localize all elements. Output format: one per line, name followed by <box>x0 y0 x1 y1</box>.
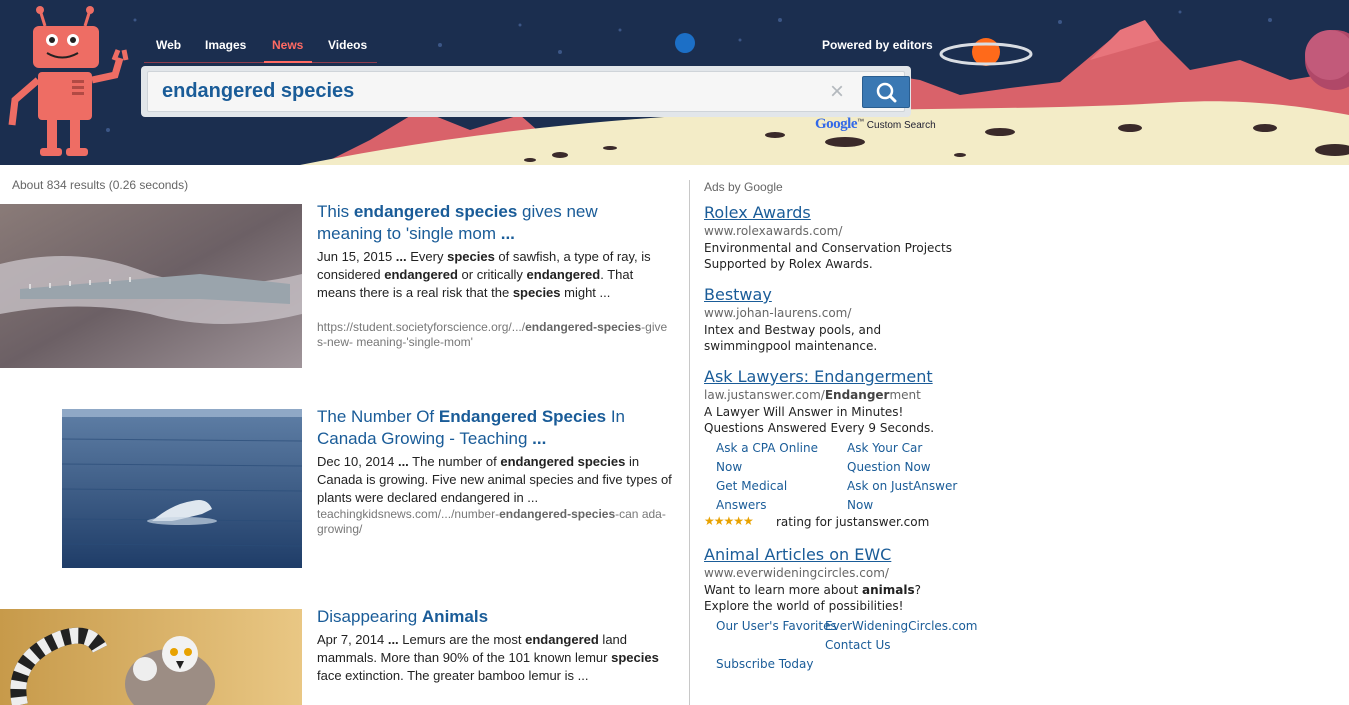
tab-videos[interactable]: Videos <box>328 38 367 52</box>
ad-sitelink-ewc-home[interactable]: EverWideningCircles.com <box>825 617 1005 636</box>
search-nav-tabs: Web Images News Videos <box>144 30 377 63</box>
ad-sitelink-favorites[interactable]: Our User's Favorites <box>716 617 841 636</box>
ad-url-bestway[interactable]: www.johan-laurens.com/ <box>704 306 851 320</box>
text-segment: Lemurs are the most <box>398 632 526 647</box>
highlighted-term: endangered species <box>500 454 626 469</box>
header-banner: Web Images News Videos Powered by editor… <box>0 0 1349 165</box>
highlighted-term: ... <box>395 249 407 264</box>
google-custom-search-branding: Google™ Custom Search <box>815 116 936 132</box>
result-snippet-2: Dec 10, 2014 ... The number of endangere… <box>317 453 672 507</box>
ad-url-ewc[interactable]: www.everwideningcircles.com/ <box>704 566 889 580</box>
ad-rating-text: rating for justanswer.com <box>776 515 930 529</box>
powered-by-text: Powered by editors <box>822 38 933 52</box>
text-segment: teachingkidsnews.com/.../number- <box>317 507 500 521</box>
search-input[interactable]: endangered species × <box>147 71 910 112</box>
highlighted-term: species <box>611 650 659 665</box>
text-segment: Apr 7, 2014 <box>317 632 388 647</box>
ad-url-justanswer[interactable]: law.justanswer.com/Endangerment <box>704 388 921 402</box>
google-logo: Google <box>815 116 858 132</box>
active-tab-indicator <box>264 61 312 63</box>
result-thumbnail-sawfish[interactable] <box>0 204 302 368</box>
highlighted-term: species <box>512 285 561 300</box>
search-box: endangered species × <box>141 66 911 117</box>
robot-mascot <box>8 6 129 156</box>
text-segment: might ... <box>560 285 611 300</box>
text-segment: Dec 10, 2014 <box>317 454 398 469</box>
magnifier-icon <box>876 82 897 103</box>
search-button[interactable] <box>862 76 910 108</box>
highlighted-term: endangered species <box>353 202 518 221</box>
highlighted-term: endangered-specie <box>525 320 635 334</box>
ad-sitelink-justanswer[interactable]: Ask on JustAnswer Now <box>847 477 972 515</box>
highlighted-term: species <box>447 249 495 264</box>
star-rating-icon: ★★★★★ <box>704 514 754 528</box>
tab-web[interactable]: Web <box>156 38 181 52</box>
highlighted-term: Endangered Species <box>438 407 607 426</box>
text-segment: Every <box>406 249 448 264</box>
ad-desc-justanswer: A Lawyer Will Answer in Minutes! Question… <box>704 405 935 435</box>
tab-news[interactable]: News <box>272 38 303 52</box>
ad-title-rolex[interactable]: Rolex Awards <box>704 203 811 222</box>
text-segment: This <box>317 202 354 221</box>
result-title-1[interactable]: This endangered species gives new meanin… <box>317 201 657 245</box>
ad-sitelink-cpa[interactable]: Ask a CPA Online Now <box>716 439 841 477</box>
highlighted-term: ... <box>532 429 547 448</box>
result-thumbnail-lemurs[interactable] <box>0 609 302 705</box>
results-ads-divider <box>689 180 690 705</box>
result-title-3[interactable]: Disappearing Animals <box>317 606 657 628</box>
results-stats: About 834 results (0.26 seconds) <box>12 178 189 192</box>
text-segment: https://student.societyforscience.org/..… <box>317 320 526 334</box>
highlighted-term: endangered <box>526 267 601 282</box>
highlighted-term: Animals <box>421 607 489 626</box>
ad-sitelink-car[interactable]: Ask Your Car Question Now <box>847 439 972 477</box>
ad-sitelink-medical[interactable]: Get Medical Answers <box>716 477 841 515</box>
search-query-text: endangered species <box>162 80 355 102</box>
highlighted-term: endangered <box>525 632 599 647</box>
ad-title-ewc[interactable]: Animal Articles on EWC <box>704 545 891 564</box>
highlighted-term: endangered-species <box>499 507 616 521</box>
text-segment: The Number Of <box>317 407 439 426</box>
ads-label: Ads by Google <box>704 180 783 194</box>
ad-url-rolex[interactable]: www.rolexawards.com/ <box>704 224 842 238</box>
text-segment: Jun 15, 2015 <box>317 249 396 264</box>
clear-icon[interactable]: × <box>830 78 844 106</box>
ad-desc-rolex: Environmental and Conservation Projects S… <box>704 241 952 271</box>
result-url-1[interactable]: https://student.societyforscience.org/..… <box>317 320 672 350</box>
ad-sitelink-contact[interactable]: Contact Us <box>825 636 950 655</box>
ad-desc-ewc: Want to learn more about animals? Explor… <box>704 583 921 613</box>
highlighted-term: endangered <box>384 267 458 282</box>
text-segment: Disappearing <box>317 607 422 626</box>
highlighted-term: ... <box>387 632 399 647</box>
highlighted-term: ... <box>397 454 409 469</box>
result-url-2[interactable]: teachingkidsnews.com/.../number-endanger… <box>317 507 672 537</box>
result-snippet-1: Jun 15, 2015 ... Every species of sawfis… <box>317 248 672 302</box>
text-segment: The number of <box>408 454 501 469</box>
ad-sitelink-subscribe[interactable]: Subscribe Today <box>716 655 841 674</box>
highlighted-term: ... <box>500 224 515 243</box>
tab-images[interactable]: Images <box>205 38 246 52</box>
ad-title-ask-lawyers[interactable]: Ask Lawyers: Endangerment <box>704 367 933 386</box>
text-segment: face extinction. The greater bamboo lemu… <box>317 668 589 683</box>
result-snippet-3: Apr 7, 2014 ... Lemurs are the most enda… <box>317 631 672 685</box>
result-title-2[interactable]: The Number Of Endangered Species In Cana… <box>317 406 657 450</box>
ad-desc-bestway: Intex and Bestway pools, and swimmingpool… <box>704 323 882 353</box>
ad-title-bestway[interactable]: Bestway <box>704 285 772 304</box>
result-thumbnail-whale[interactable] <box>62 409 302 568</box>
text-segment: or critically <box>457 267 527 282</box>
